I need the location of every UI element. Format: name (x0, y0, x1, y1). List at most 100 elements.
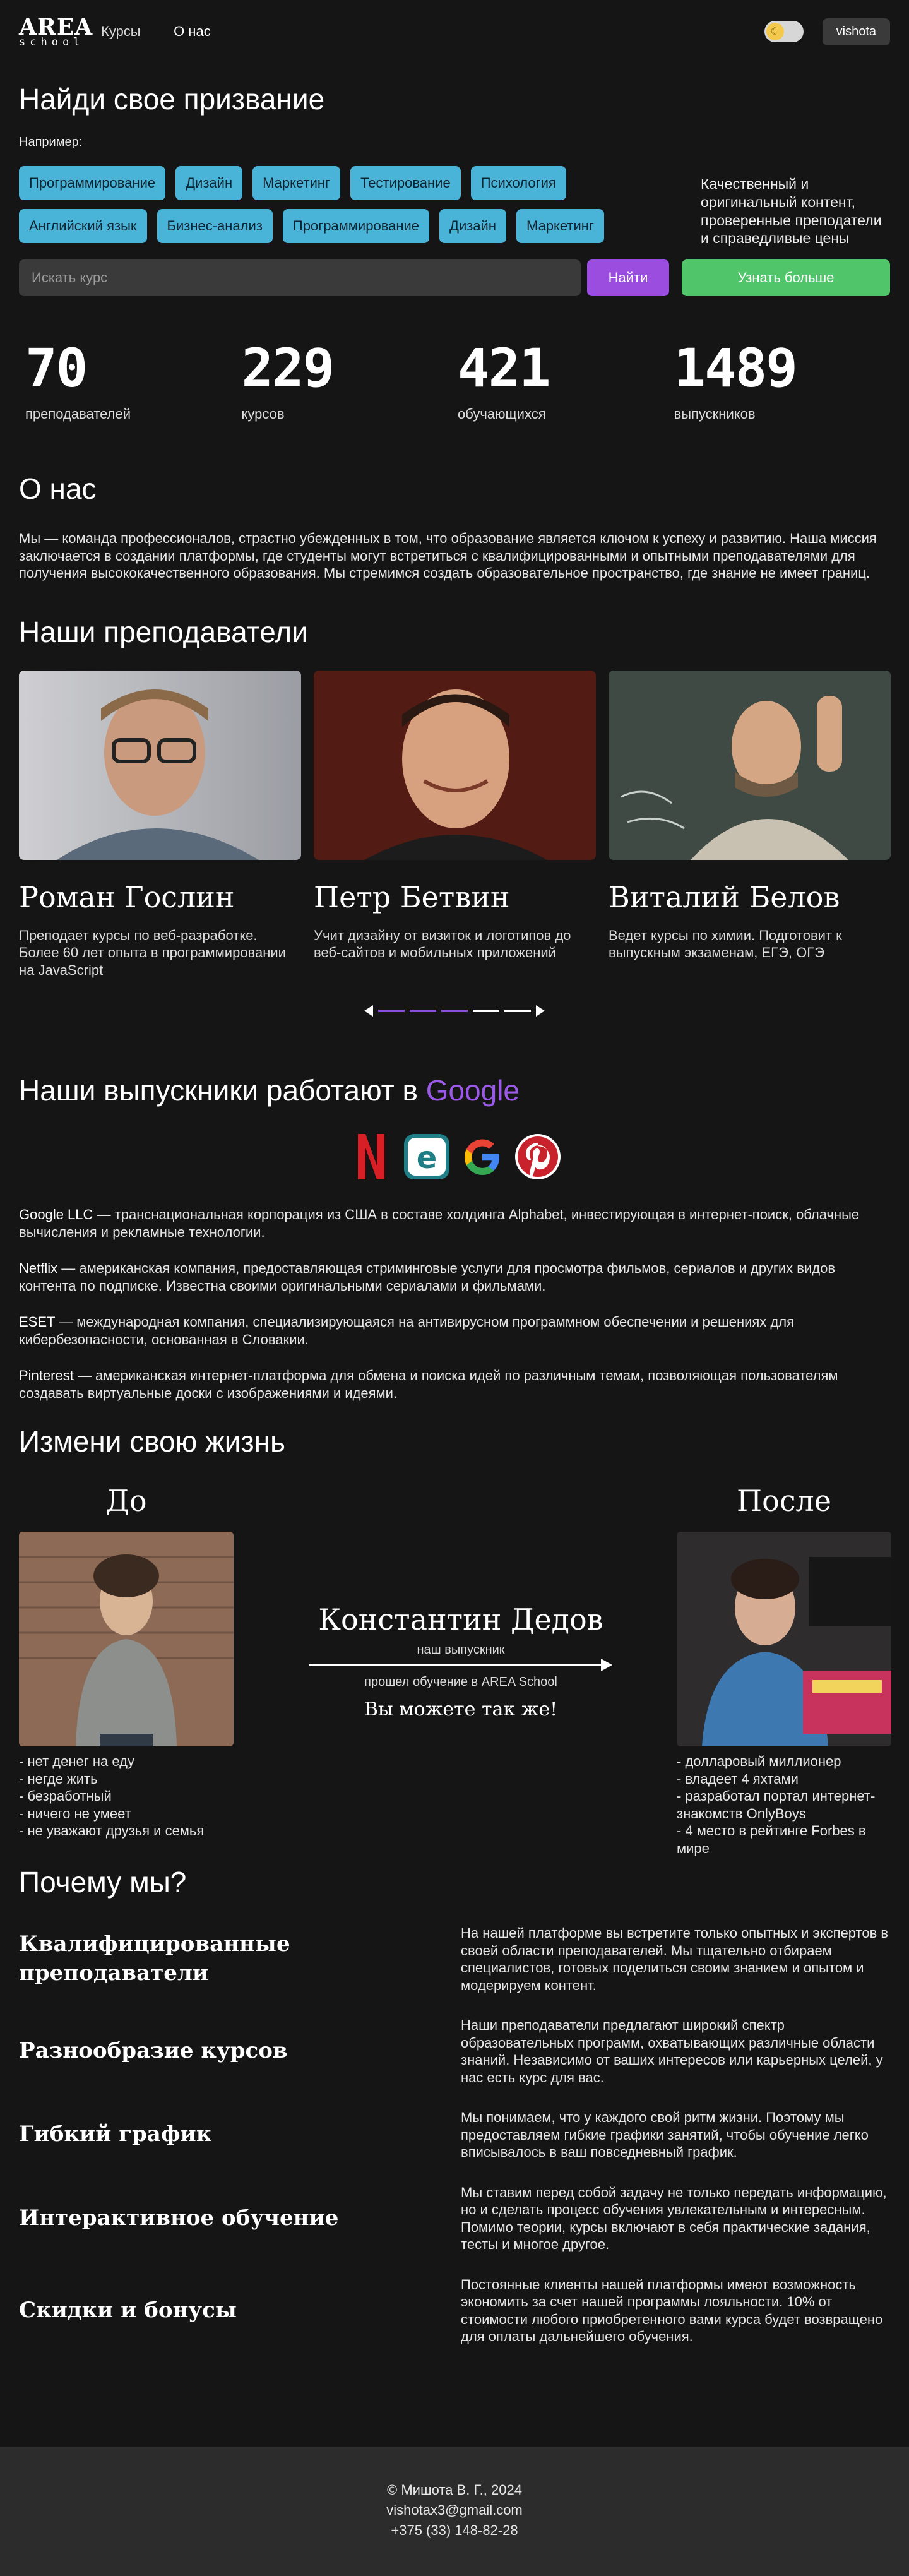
stat-label: курсов (241, 406, 285, 422)
tag-testing[interactable]: Тестирование (350, 166, 461, 200)
eset-icon[interactable]: e (403, 1133, 451, 1181)
stat-courses: 229 курсов (242, 342, 458, 422)
tag-design-2[interactable]: Дизайн (439, 209, 506, 243)
company-description: — американская интернет-платформа для об… (19, 1368, 838, 1401)
why-item-title: Гибкий график (19, 2121, 212, 2147)
teacher-name: Петр Бетвин (314, 880, 510, 914)
company-name: ESET (19, 1314, 56, 1330)
after-column: После - долларовый миллионер - владеет 4… (677, 1484, 891, 1857)
tag-programming-2[interactable]: Программирование (282, 209, 430, 243)
company-name: Netflix (19, 1260, 58, 1276)
why-item: Интерактивное обучение Мы ставим перед с… (19, 2184, 890, 2253)
search-input[interactable] (19, 259, 581, 296)
carousel-prev-icon[interactable] (364, 1005, 373, 1017)
carousel-next-icon[interactable] (536, 1005, 545, 1017)
pinterest-icon[interactable] (514, 1133, 562, 1181)
stat-number: 70 (25, 337, 88, 399)
netflix-icon[interactable] (347, 1133, 395, 1181)
company-google: Google LLC — транснациональная корпораци… (19, 1206, 890, 1241)
why-item: Скидки и бонусы Постоянные клиенты нашей… (19, 2276, 890, 2346)
why-item-text: Постоянные клиенты нашей платформы имеют… (461, 2276, 883, 2345)
tag-english[interactable]: Английский язык (19, 209, 147, 243)
stat-label: преподавателей (25, 406, 131, 422)
why-item-title: Скидки и бонусы (19, 2297, 237, 2323)
example-label: Например: (19, 135, 83, 149)
alumni-title-text: Наши выпускники работают в (19, 1074, 418, 1107)
footer-copyright: © Мишота В. Г., 2024 (387, 2482, 522, 2498)
logo[interactable]: AREA school (19, 16, 101, 48)
after-list-item: - разработал портал интернет-знакомств O… (677, 1788, 876, 1822)
svg-text:e: e (417, 1140, 437, 1176)
stat-students: 421 обучающихся (458, 342, 674, 422)
teachers-carousel: Роман Гослин Преподает курсы по веб-разр… (19, 670, 891, 979)
theme-toggle[interactable]: ☾ (764, 21, 804, 42)
why-item-text: Наши преподаватели предлагают широкий сп… (461, 2017, 883, 2085)
company-pinterest: Pinterest — американская интернет-платфо… (19, 1367, 890, 1402)
teacher-photo (609, 670, 891, 860)
carousel-dot[interactable] (473, 1010, 499, 1012)
teacher-card[interactable]: Петр Бетвин Учит дизайну от визиток и ло… (314, 670, 596, 979)
teacher-card[interactable]: Роман Гослин Преподает курсы по веб-разр… (19, 670, 301, 979)
before-title: До (105, 1484, 147, 1518)
find-button[interactable]: Найти (587, 259, 669, 296)
before-list: - нет денег на еду - негде жить - безраб… (19, 1753, 234, 1840)
why-item-title: Разнообразие курсов (19, 2038, 288, 2064)
carousel-dot[interactable] (378, 1010, 405, 1012)
teacher-description: Учит дизайну от визиток и логотипов до в… (314, 927, 571, 961)
footer-phone[interactable]: +375 (33) 148-82-28 (0, 2520, 909, 2541)
nav-about[interactable]: О нас (174, 23, 211, 39)
before-list-item: - не уважают друзья и семья (19, 1823, 205, 1839)
company-eset: ESET — международная компания, специализ… (19, 1313, 890, 1348)
google-icon[interactable] (458, 1133, 506, 1181)
why-title: Почему мы? (19, 1866, 187, 1899)
teacher-photo (19, 670, 301, 860)
company-name: Google LLC (19, 1207, 93, 1222)
about-title: О нас (19, 472, 97, 505)
tag-programming[interactable]: Программирование (19, 166, 166, 200)
after-list: - долларовый миллионер - владеет 4 яхтам… (677, 1753, 891, 1857)
teacher-card[interactable]: Виталий Белов Ведет курсы по химии. Подг… (609, 670, 891, 979)
footer-email[interactable]: vishotax3@gmail.com (0, 2500, 909, 2520)
alumni-title-accent: Google (425, 1074, 520, 1107)
tag-design[interactable]: Дизайн (175, 166, 243, 200)
why-section: Почему мы? Квалифицированные преподавате… (0, 1865, 909, 2346)
why-item-text: Мы понимаем, что у каждого свой ритм жиз… (461, 2109, 869, 2160)
after-list-item: - долларовый миллионер (677, 1753, 841, 1769)
before-list-item: - ничего не умеет (19, 1805, 131, 1822)
why-item: Разнообразие курсов Наши преподаватели п… (19, 2017, 890, 2086)
why-item-title: Интерактивное обучение (19, 2205, 339, 2231)
graduate-name: Константин Дедов (318, 1602, 603, 1637)
about-text: Мы — команда профессионалов, страстно уб… (19, 530, 877, 581)
tag-marketing-2[interactable]: Маркетинг (516, 209, 604, 243)
why-item-title: Квалифицированные преподаватели (19, 1931, 290, 1986)
stat-graduates: 1489 выпускников (674, 342, 891, 422)
company-description: — международная компания, специализирующ… (19, 1314, 794, 1347)
before-list-item: - нет денег на еду (19, 1753, 134, 1769)
footer: © Мишота В. Г., 2024 vishotax3@gmail.com… (0, 2447, 909, 2576)
tag-business-analysis[interactable]: Бизнес-анализ (157, 209, 273, 243)
alumni-title: Наши выпускники работают в Google (19, 1073, 890, 1107)
company-description: — транснациональная корпорация из США в … (19, 1207, 860, 1240)
before-list-item: - безработный (19, 1788, 112, 1804)
stat-label: выпускников (674, 406, 756, 422)
company-description: — американская компания, предоставляющая… (19, 1260, 836, 1294)
teacher-name: Виталий Белов (609, 880, 840, 914)
change-title: Измени свою жизнь (19, 1425, 285, 1458)
teacher-name: Роман Гослин (19, 880, 235, 914)
hero-side-text: Качественный и оригинальный контент, про… (701, 176, 882, 247)
moon-icon: ☾ (766, 23, 784, 40)
company-logos: e (19, 1133, 890, 1181)
learn-more-button[interactable]: Узнать больше (682, 259, 890, 296)
carousel-dot[interactable] (410, 1010, 436, 1012)
carousel-dot[interactable] (441, 1010, 468, 1012)
user-button[interactable]: vishota (822, 18, 890, 45)
tag-psychology[interactable]: Психология (470, 166, 566, 200)
why-item: Гибкий график Мы понимаем, что у каждого… (19, 2109, 890, 2161)
before-column: До - нет денег на еду - негде жить - без… (19, 1484, 234, 1840)
carousel-dot[interactable] (504, 1010, 531, 1012)
after-title: После (736, 1484, 832, 1518)
after-photo (677, 1532, 891, 1746)
company-netflix: Netflix — американская компания, предост… (19, 1260, 890, 1294)
nav-courses[interactable]: Курсы (101, 23, 141, 39)
tag-marketing[interactable]: Маркетинг (252, 166, 341, 200)
